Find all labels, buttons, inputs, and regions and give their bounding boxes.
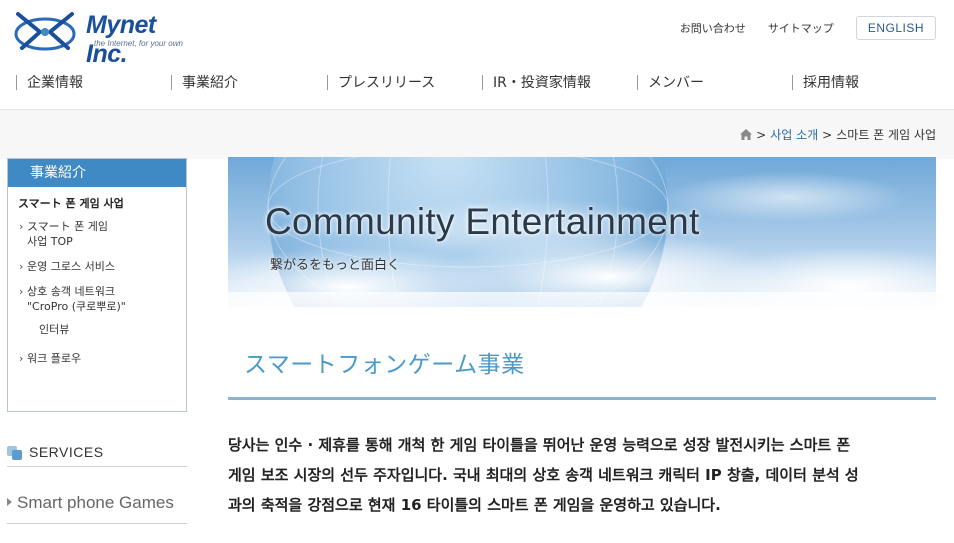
gnav-item-recruit[interactable]: 採用情報 bbox=[792, 72, 859, 94]
sidebar-item-label: 상호 송객 네트워크 bbox=[27, 285, 115, 298]
sidebar-list: スマート 폰 게임 사업 TOP 운영 그로스 서비스 상호 송객 네트워크 "… bbox=[8, 219, 186, 366]
breadcrumb-current: 스마트 폰 게임 사업 bbox=[836, 128, 936, 142]
logo-mark-icon bbox=[14, 12, 76, 51]
smartphone-games-link[interactable]: Smart phone Games bbox=[7, 490, 187, 524]
sidebar-current-section[interactable]: スマート 폰 게임 사업 bbox=[8, 187, 186, 211]
gnav-item-business[interactable]: 事業紹介 bbox=[171, 72, 238, 94]
breadcrumb-business[interactable]: 사업 소개 bbox=[770, 126, 818, 143]
sidebar-heading[interactable]: 事業紹介 bbox=[8, 159, 186, 187]
page-title: スマートフォンゲーム事業 bbox=[244, 352, 525, 378]
sidebar-item-cropro[interactable]: 상호 송객 네트워크 "CroPro (쿠로뿌로)" bbox=[8, 284, 186, 314]
services-icon bbox=[7, 446, 22, 460]
lead-line: 당사는 인수 · 제휴를 통해 개척 한 게임 타이틀을 뛰어난 운영 능력으로… bbox=[228, 436, 851, 454]
contact-link[interactable]: お問い合わせ bbox=[680, 20, 746, 36]
sidebar-subitem-interview[interactable]: 인터뷰 bbox=[8, 322, 186, 337]
breadcrumb-separator: > bbox=[822, 127, 833, 142]
sidebar-item-label: "CroPro (쿠로뿌로)" bbox=[27, 300, 126, 313]
lead-paragraph: 당사는 인수 · 제휴를 통해 개척 한 게임 타이틀을 뛰어난 운영 능력으로… bbox=[228, 430, 936, 520]
sidebar-item-label: 운영 그로스 서비스 bbox=[27, 260, 115, 273]
banner-subtitle: 繋がるをもっと面白く bbox=[270, 258, 401, 273]
hero-banner: Community Entertainment 繋がるをもっと面白く bbox=[228, 157, 936, 307]
services-heading[interactable]: SERVICES bbox=[7, 441, 187, 467]
gnav-item-members[interactable]: メンバー bbox=[637, 72, 704, 94]
sitemap-link[interactable]: サイトマップ bbox=[768, 20, 834, 36]
home-icon[interactable] bbox=[740, 129, 753, 140]
lead-line: 과의 축적을 강점으로 현재 16 타이틀의 스마트 폰 게임을 운영하고 있습… bbox=[228, 496, 721, 514]
global-nav: 企業情報 事業紹介 プレスリリース IR・投資家情報 メンバー 採用情報 bbox=[16, 72, 954, 94]
logo[interactable]: Mynet Inc. the Internet, for your own bbox=[12, 8, 192, 68]
sidebar-item-label: 워크 플로우 bbox=[27, 352, 82, 365]
breadcrumb-separator: > bbox=[756, 127, 767, 142]
gnav-item-press[interactable]: プレスリリース bbox=[327, 72, 435, 94]
logo-tagline: the Internet, for your own bbox=[94, 39, 183, 48]
english-button[interactable]: ENGLISH bbox=[855, 16, 936, 40]
smartphone-games-label: Smart phone Games bbox=[17, 493, 174, 512]
sidebar-item-growth-service[interactable]: 운영 그로스 서비스 bbox=[8, 259, 186, 274]
site-header: Mynet Inc. the Internet, for your own お問… bbox=[0, 0, 954, 68]
sidebar: 事業紹介 スマート 폰 게임 사업 スマート 폰 게임 사업 TOP 운영 그로… bbox=[7, 158, 187, 412]
sidebar-item-workflow[interactable]: 워크 플로우 bbox=[8, 351, 186, 366]
utility-nav: お問い合わせ サイトマップ ENGLISH bbox=[680, 16, 936, 40]
gnav-item-ir[interactable]: IR・投資家情報 bbox=[482, 72, 591, 94]
sidebar-item-games-top[interactable]: スマート 폰 게임 사업 TOP bbox=[8, 219, 186, 249]
triangle-right-icon bbox=[7, 498, 12, 506]
banner-title: Community Entertainment bbox=[265, 201, 700, 242]
gnav-item-company[interactable]: 企業情報 bbox=[16, 72, 83, 94]
breadcrumb: > 사업 소개 > 스마트 폰 게임 사업 bbox=[740, 126, 936, 143]
lead-line: 게임 보조 시장의 선두 주자입니다. 국내 최대의 상호 송객 네트워크 캐릭… bbox=[228, 466, 859, 484]
sidebar-item-label: スマート 폰 게임 bbox=[27, 220, 109, 233]
title-underline bbox=[228, 397, 936, 400]
sidebar-item-label: 사업 TOP bbox=[27, 235, 73, 248]
services-label: SERVICES bbox=[29, 444, 104, 460]
